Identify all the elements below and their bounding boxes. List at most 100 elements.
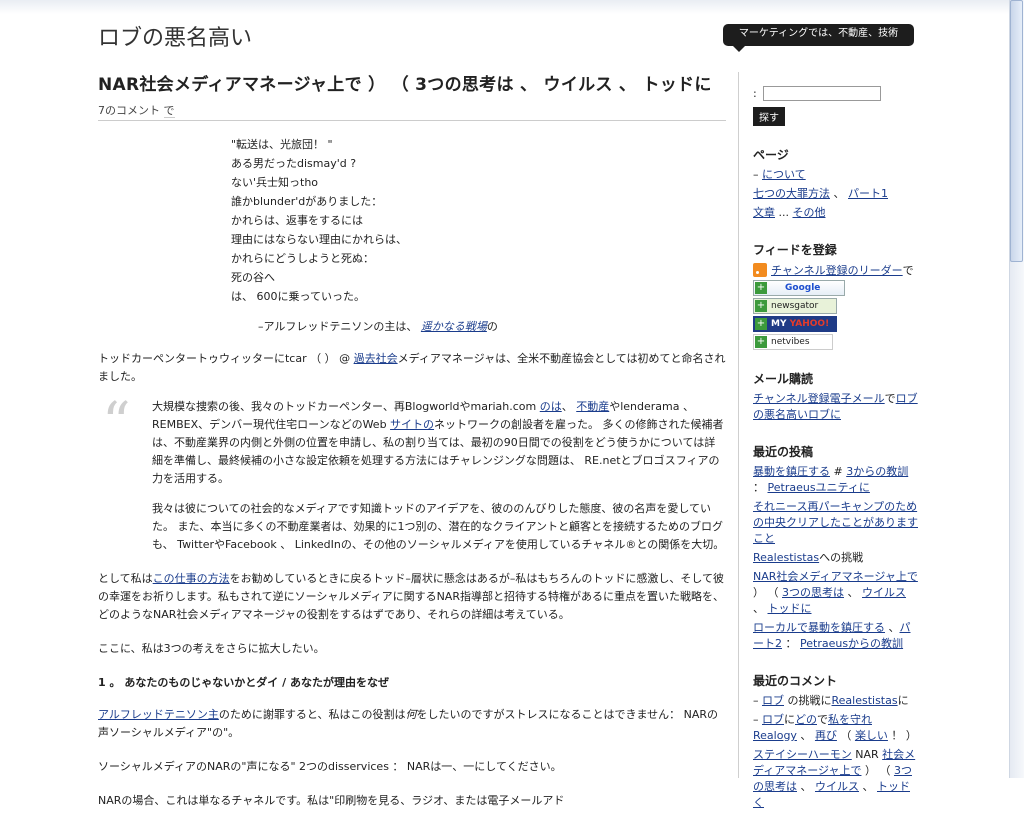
feed-reader-link[interactable]: チャンネル登録のリーダー bbox=[771, 262, 903, 278]
post-title[interactable]: NAR社会メディアマネージャ上で ） （ 3つの思考は 、 ウイルス 、 トッド… bbox=[98, 74, 726, 96]
recent-post-link[interactable]: ウイルス bbox=[862, 586, 906, 599]
site-link[interactable]: サイトの bbox=[390, 418, 434, 431]
seven-sins-link[interactable]: 七つの大罪方法 bbox=[753, 187, 830, 200]
citation-text: –アルフレッドテニソンの主は、 bbox=[258, 320, 421, 333]
text: – bbox=[753, 694, 762, 707]
search-button[interactable]: 探す bbox=[753, 107, 785, 126]
text: で bbox=[902, 264, 914, 277]
text: 、 bbox=[561, 400, 577, 413]
list-item: 暴動を鎮圧する # 3からの教訓 ： Petraeusユニティに bbox=[753, 464, 918, 496]
paragraph-4: アルフレッドテニソン主のために謝罪すると、私はこの役割は何をしたいのですがストレ… bbox=[98, 706, 726, 742]
browser-top-edge bbox=[0, 0, 1024, 14]
feed-heading: フィードを登録 bbox=[753, 243, 837, 257]
poem-line: 誰かblunder'dがありました： bbox=[231, 195, 383, 208]
search-input[interactable] bbox=[762, 86, 881, 101]
comments-link[interactable]: 7のコメント bbox=[98, 104, 160, 117]
email-subscribe-link[interactable]: チャンネル登録電子メール bbox=[753, 392, 885, 405]
add-to-google-button[interactable]: + Google bbox=[753, 280, 845, 296]
text: に bbox=[784, 713, 795, 726]
add-to-my-yahoo-button[interactable]: + MY YAHOO! bbox=[753, 316, 837, 332]
rss-icon[interactable] bbox=[753, 263, 767, 277]
other-link[interactable]: その他 bbox=[792, 206, 825, 219]
citation-suffix: の bbox=[486, 320, 498, 333]
text: で bbox=[884, 392, 896, 405]
poem-block: "転送は、光旅団！ " ある男だったdismay'd ? ない'兵士知っtho … bbox=[231, 135, 726, 306]
recent-post-link[interactable]: Petraeusからの教訓 bbox=[800, 637, 903, 650]
poem-line: 死の谷へ bbox=[231, 271, 275, 284]
citation-link[interactable]: 遥かなる戦場 bbox=[421, 320, 487, 333]
past-social-link[interactable]: 過去社会 bbox=[354, 352, 398, 365]
text: ... bbox=[775, 206, 793, 219]
add-to-netvibes-button[interactable]: + netvibes bbox=[753, 334, 833, 350]
recent-comments-list: – ロブ の挑戦にRealestistasに – ロブにどので私を守れ Real… bbox=[753, 693, 918, 811]
vertical-scrollbar[interactable] bbox=[1009, 0, 1024, 778]
text: 、 bbox=[844, 586, 862, 599]
list-item: 文章 ... その他 bbox=[753, 205, 918, 221]
comment-post-link[interactable]: ウイルス bbox=[815, 780, 859, 793]
feed-reader-row: チャンネル登録のリーダーで bbox=[753, 262, 918, 278]
paragraph-3: ここに、私は3つの考えをさらに拡大したい。 bbox=[98, 642, 325, 655]
poem-citation: –アルフレッドテニソンの主は、 遥かなる戦場の bbox=[258, 318, 726, 334]
tennyson-link[interactable]: アルフレッドテニソン主 bbox=[98, 708, 219, 721]
add-to-newsgator-button[interactable]: + newsgator bbox=[753, 298, 837, 314]
poem-line: かれらにどうしようと死ぬ： bbox=[231, 252, 374, 265]
text: 、 bbox=[885, 621, 900, 634]
text: – bbox=[753, 168, 762, 181]
poem-line: "転送は、光旅団！ " bbox=[231, 138, 333, 151]
yahoo-text: YAHOO! bbox=[789, 319, 830, 329]
comment-post-link[interactable]: Realestistas bbox=[832, 694, 898, 707]
recent-post-link[interactable]: 暴動を鎮圧する bbox=[753, 465, 830, 478]
plus-icon: + bbox=[755, 318, 767, 330]
my-yahoo-label: MY YAHOO! bbox=[771, 319, 829, 329]
comment-post-link[interactable]: どの bbox=[795, 713, 817, 726]
list-item: – について bbox=[753, 167, 918, 183]
text: ） （ bbox=[753, 586, 782, 599]
plus-icon: + bbox=[755, 336, 767, 348]
comment-author-link[interactable]: ロブ bbox=[762, 713, 784, 726]
comment-author-link[interactable]: ロブ bbox=[762, 694, 784, 707]
job-method-link[interactable]: この仕事の方法 bbox=[153, 572, 230, 585]
comment-post-link[interactable]: 再び bbox=[815, 729, 837, 742]
text: 、 bbox=[796, 729, 815, 742]
comment-post-link[interactable]: Realogy bbox=[753, 729, 797, 742]
recent-post-link[interactable]: 3つの思考は bbox=[782, 586, 844, 599]
text: で bbox=[817, 713, 828, 726]
plus-icon: + bbox=[755, 282, 767, 294]
recent-posts-list: 暴動を鎮圧する # 3からの教訓 ： Petraeusユニティに それニース再パ… bbox=[753, 464, 918, 652]
recent-post-link[interactable]: NAR社会メディアマネージャ上で bbox=[753, 570, 918, 583]
text: – bbox=[753, 713, 762, 726]
about-link[interactable]: について bbox=[762, 168, 806, 181]
text: 、 bbox=[859, 780, 877, 793]
list-item: ローカルで暴動を鎮圧する 、パート2 ： Petraeusからの教訓 bbox=[753, 620, 918, 652]
pages-heading: ページ bbox=[753, 148, 789, 162]
blockquote: “ 大規模な捜索の後、我々のトッドカーペンター、再Blogworldやmaria… bbox=[98, 394, 726, 554]
site-title[interactable]: ロブの悪名高い bbox=[98, 20, 252, 52]
recent-post-link[interactable]: Petraeusユニティに bbox=[768, 481, 870, 494]
recent-post-link[interactable]: それニース再パーキャンプのための中央クリアしたことがありますこと bbox=[753, 500, 918, 545]
real-estate-link[interactable]: 不動産 bbox=[576, 400, 609, 413]
search-label: : bbox=[753, 87, 757, 100]
netvibes-label: netvibes bbox=[771, 337, 810, 347]
comment-post-link[interactable]: 私を守れ bbox=[828, 713, 872, 726]
writing-link[interactable]: 文章 bbox=[753, 206, 775, 219]
sidebar: : 探す ページ – について 七つの大罪方法 、 パート1 文章 ... その… bbox=[753, 86, 918, 814]
comment-post-link[interactable]: 楽しい bbox=[855, 729, 888, 742]
list-item: Realestistasへの挑戦 bbox=[753, 550, 918, 566]
scrollbar-thumb[interactable] bbox=[1010, 0, 1023, 262]
text: のために謝罪すると、私はこの役割は bbox=[218, 708, 406, 721]
recent-post-link[interactable]: 3からの教訓 bbox=[846, 465, 908, 478]
text: 、 bbox=[753, 602, 768, 615]
text: に bbox=[897, 694, 909, 707]
part1-link[interactable]: パート1 bbox=[848, 187, 888, 200]
recent-post-link[interactable]: ローカルで暴動を鎮圧する bbox=[753, 621, 885, 634]
recent-post-link[interactable]: トッドに bbox=[768, 602, 812, 615]
nowa-link[interactable]: のは bbox=[540, 400, 562, 413]
recent-post-link[interactable]: Realestistas bbox=[753, 551, 819, 564]
comment-author-link[interactable]: ステイシーハーモン bbox=[753, 748, 852, 761]
post-meta: 7のコメント で bbox=[98, 102, 726, 121]
text: への挑戦 bbox=[819, 551, 864, 564]
text: として私は bbox=[98, 572, 153, 585]
google-label: Google bbox=[785, 283, 821, 293]
site-tagline: マーケティングでは、不動産、技術 bbox=[723, 24, 914, 52]
list-item: – ロブにどので私を守れ Realogy 、 再び （ 楽しい ！ ） bbox=[753, 712, 918, 744]
